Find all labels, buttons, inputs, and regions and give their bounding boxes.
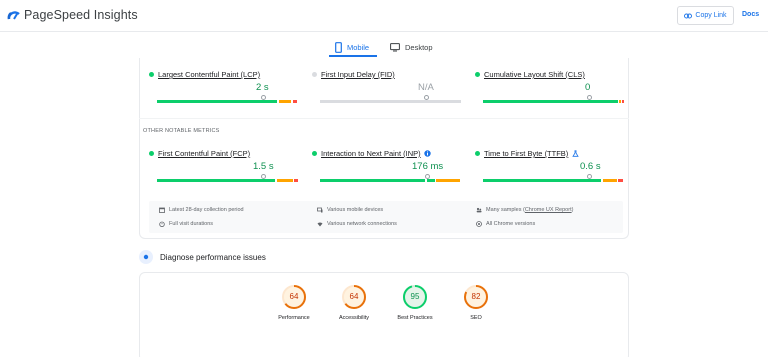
active-tab-indicator: [329, 55, 377, 57]
metric-ttfb-name: Time to First Byte (TTFB): [484, 149, 569, 158]
good-segment: [483, 100, 618, 103]
poor-segment: [294, 179, 298, 182]
info-durations: Full visit durations: [159, 221, 213, 227]
metric-lcp-value: 2 s: [256, 82, 269, 93]
average-segment: [603, 179, 617, 182]
info-durations-text: Full visit durations: [169, 221, 214, 227]
info-icon[interactable]: [423, 150, 431, 157]
poor-segment: [622, 100, 624, 103]
metric-fcp-name: First Contentful Paint (FCP): [158, 149, 251, 158]
info-network: Various network connections: [317, 221, 397, 227]
copy-link-label: Copy Link: [695, 12, 727, 19]
metric-cls-name: Cumulative Layout Shift (CLS): [484, 70, 585, 79]
average-segment: [279, 100, 291, 103]
metric-fcp-link[interactable]: First Contentful Paint (FCP): [149, 149, 250, 158]
info-samples-suffix: ): [571, 207, 574, 213]
phone-icon: [335, 41, 342, 53]
metric-ttfb-value: 0.6 s: [580, 161, 601, 172]
info-samples: Many samples (Chrome UX Report): [476, 207, 573, 213]
score-label: Performance: [278, 315, 310, 321]
metric-fcp-value: 1.5 s: [253, 161, 274, 172]
calendar-icon: [159, 207, 165, 213]
top-bar: PageSpeed Insights Copy Link Docs: [0, 0, 768, 32]
info-period: Latest 28-day collection period: [159, 207, 244, 213]
average-segment: [436, 179, 460, 182]
good-segment: [483, 179, 601, 182]
good-segment: [320, 179, 425, 182]
metric-inp-value: 176 ms: [412, 161, 444, 172]
devices-icon: [317, 207, 323, 213]
score-value: 64: [289, 292, 299, 301]
info-period-text: Latest 28-day collection period: [169, 207, 244, 213]
tab-mobile-label: Mobile: [347, 42, 370, 52]
metric-inp-link[interactable]: Interaction to Next Paint (INP): [312, 149, 431, 158]
pagespeed-logo-icon: [7, 11, 20, 20]
score-value: 64: [349, 292, 359, 301]
link-icon: [684, 13, 693, 18]
info-devices-text: Various mobile devices: [327, 207, 384, 213]
status-dot: [149, 151, 154, 156]
people-icon: [476, 207, 482, 213]
poor-segment: [293, 100, 297, 103]
experimental-icon[interactable]: [572, 150, 580, 157]
wifi-icon: [317, 222, 323, 227]
collection-info-panel: [149, 201, 623, 233]
app-title[interactable]: PageSpeed Insights: [24, 8, 138, 22]
metric-cls-value: 0: [585, 82, 591, 93]
good-segment: [157, 179, 275, 182]
tab-desktop[interactable]: Desktop: [390, 37, 433, 57]
chrome-icon: [476, 221, 482, 227]
score-label: SEO: [470, 315, 482, 321]
average-segment: [619, 100, 621, 103]
metric-cls-link[interactable]: Cumulative Layout Shift (CLS): [475, 70, 585, 79]
metric-lcp-name: Largest Contentful Paint (LCP): [158, 70, 261, 79]
metric-lcp-link[interactable]: Largest Contentful Paint (LCP): [149, 70, 260, 79]
lab-data-card: [139, 272, 629, 357]
status-dot: [312, 151, 317, 156]
average-segment: [277, 179, 293, 182]
metric-fid-name: First Input Delay (FID): [321, 70, 395, 79]
metric-inp-name: Interaction to Next Paint (INP): [321, 149, 421, 158]
poor-segment: [618, 179, 623, 182]
info-devices: Various mobile devices: [317, 207, 383, 213]
metric-ttfb-link[interactable]: Time to First Byte (TTFB): [475, 149, 580, 158]
tab-mobile[interactable]: Mobile: [335, 37, 369, 57]
section-divider: [139, 118, 629, 119]
chrome-ux-report-link[interactable]: Chrome UX Report: [525, 207, 572, 213]
monitor-icon: [390, 42, 400, 51]
status-dot: [475, 151, 480, 156]
info-network-text: Various network connections: [327, 221, 397, 227]
timer-icon: [159, 221, 165, 227]
docs-link[interactable]: Docs: [742, 11, 759, 18]
lighthouse-icon: [139, 250, 153, 264]
score-value: 82: [471, 292, 481, 301]
score-value: 95: [410, 292, 420, 301]
diagnose-heading: Diagnose performance issues: [160, 253, 266, 262]
good-segment-2: [427, 179, 435, 182]
score-label: Accessibility: [339, 315, 369, 321]
empty-bar: [320, 100, 461, 103]
info-versions: All Chrome versions: [476, 221, 535, 227]
status-dot: [475, 72, 480, 77]
copy-link-button[interactable]: Copy Link: [677, 6, 734, 25]
score-label: Best Practices: [397, 315, 433, 321]
status-dot: [312, 72, 317, 77]
good-segment: [157, 100, 277, 103]
metric-fid-value: N/A: [418, 82, 434, 93]
tab-desktop-label: Desktop: [405, 42, 433, 52]
status-dot: [149, 72, 154, 77]
info-versions-text: All Chrome versions: [486, 221, 536, 227]
info-samples-prefix: Many samples (: [486, 207, 525, 213]
metric-fid-link[interactable]: First Input Delay (FID): [312, 70, 395, 79]
other-metrics-heading: OTHER NOTABLE METRICS: [143, 128, 220, 134]
